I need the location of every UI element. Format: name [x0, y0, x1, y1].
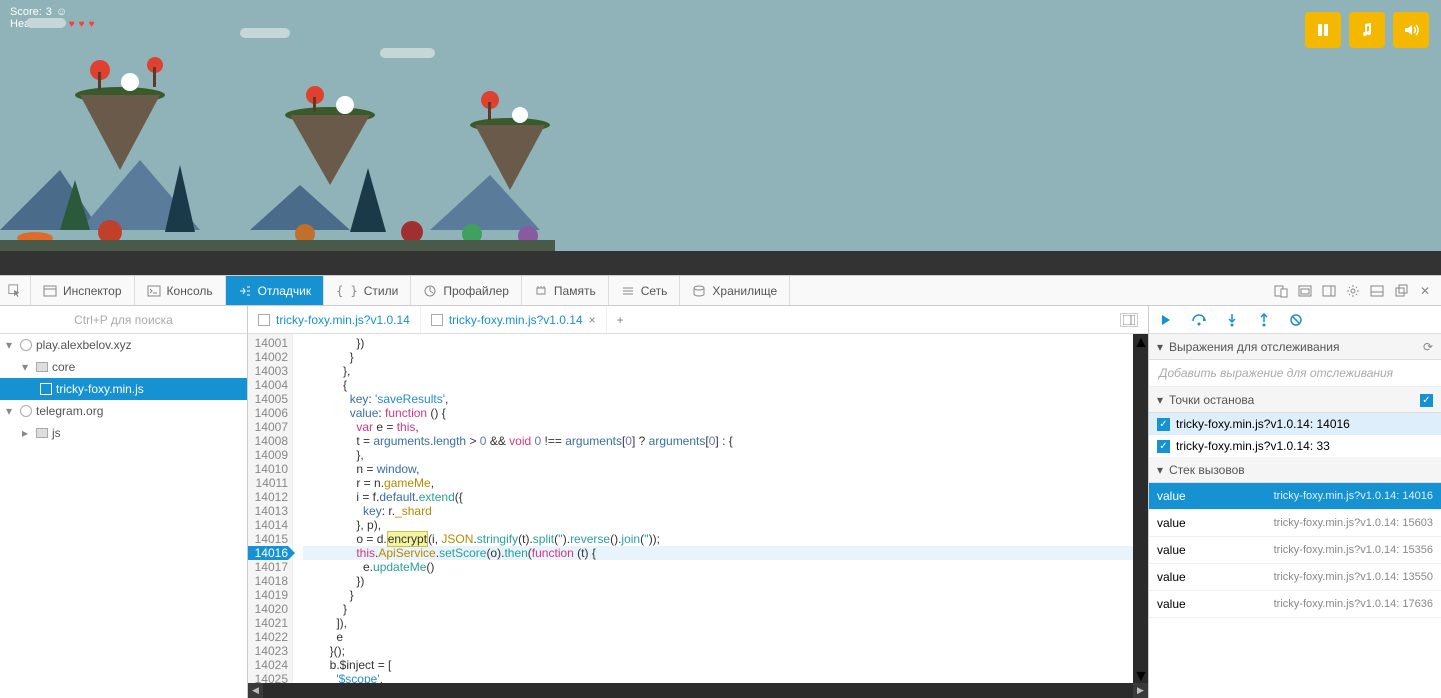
tab-debugger[interactable]: Отладчик: [226, 276, 324, 305]
code-content[interactable]: }) } }, { key: 'saveResults', value: fun…: [293, 334, 1133, 683]
dock-side-icon[interactable]: [1321, 283, 1337, 299]
music-button[interactable]: [1349, 12, 1385, 48]
pick-element-button[interactable]: [0, 276, 31, 305]
tab-storage[interactable]: Хранилище: [680, 276, 790, 305]
step-in-button[interactable]: [1225, 313, 1239, 327]
tab-inspector[interactable]: Инспектор: [31, 276, 135, 305]
line-gutter[interactable]: 1400114002140031400414005140061400714008…: [248, 334, 293, 683]
globe-icon: [20, 405, 32, 417]
code-pane: tricky-foxy.min.js?v1.0.14 tricky-foxy.m…: [248, 306, 1148, 698]
game-canvas: [0, 0, 555, 275]
settings-icon[interactable]: [1345, 283, 1361, 299]
debugger-right-pane: ▾Выражения для отслеживания⟳ Добавить вы…: [1148, 306, 1441, 698]
breakpoints-section-header[interactable]: ▾Точки останова✓: [1149, 387, 1441, 413]
sound-button[interactable]: [1393, 12, 1429, 48]
devtools-tabs: Инспектор Консоль Отладчик { }Стили Проф…: [0, 276, 1441, 306]
callstack-row[interactable]: valuetricky-foxy.min.js?v1.0.14: 14016: [1149, 483, 1441, 510]
tab-styles[interactable]: { }Стили: [324, 276, 411, 305]
callstack-row[interactable]: valuetricky-foxy.min.js?v1.0.14: 15356: [1149, 537, 1441, 564]
iframe-icon[interactable]: [1297, 283, 1313, 299]
callstack-row[interactable]: valuetricky-foxy.min.js?v1.0.14: 17636: [1149, 591, 1441, 618]
globe-icon: [20, 339, 32, 351]
breakpoint-row[interactable]: ✓tricky-foxy.min.js?v1.0.14: 33: [1149, 435, 1441, 457]
watch-section-header[interactable]: ▾Выражения для отслеживания⟳: [1149, 334, 1441, 360]
folder-icon: [36, 362, 48, 372]
tab-console[interactable]: Консоль: [135, 276, 226, 305]
dock-bottom-icon[interactable]: [1369, 283, 1385, 299]
callstack-row[interactable]: valuetricky-foxy.min.js?v1.0.14: 13550: [1149, 564, 1441, 591]
deactivate-bp-button[interactable]: [1289, 313, 1303, 327]
editor-tab[interactable]: tricky-foxy.min.js?v1.0.14×: [421, 306, 607, 333]
resume-button[interactable]: [1159, 313, 1173, 327]
ground-bottom: [0, 251, 1441, 275]
file-icon: [40, 383, 52, 395]
checkbox-icon[interactable]: ✓: [1157, 418, 1170, 431]
watch-add-input[interactable]: Добавить выражение для отслеживания: [1149, 360, 1441, 387]
close-icon[interactable]: ✕: [1417, 283, 1433, 299]
horizontal-scrollbar[interactable]: ◀▶: [248, 683, 1148, 698]
folder-icon: [36, 428, 48, 438]
source-folder[interactable]: ▾core: [0, 356, 247, 378]
devtools-panel: Инспектор Консоль Отладчик { }Стили Проф…: [0, 275, 1441, 698]
file-icon: [258, 314, 270, 326]
tab-network[interactable]: Сеть: [609, 276, 681, 305]
source-file[interactable]: tricky-foxy.min.js: [0, 378, 247, 400]
checkbox-icon[interactable]: ✓: [1420, 394, 1433, 407]
breakpoint-row[interactable]: ✓tricky-foxy.min.js?v1.0.14: 14016: [1149, 413, 1441, 435]
step-over-button[interactable]: [1191, 313, 1207, 327]
step-out-button[interactable]: [1257, 313, 1271, 327]
refresh-icon[interactable]: ⟳: [1423, 340, 1433, 354]
new-tab-button[interactable]: +: [607, 313, 634, 327]
checkbox-icon[interactable]: ✓: [1157, 440, 1170, 453]
callstack-row[interactable]: valuetricky-foxy.min.js?v1.0.14: 15603: [1149, 510, 1441, 537]
outline-toggle-icon[interactable]: [1120, 313, 1138, 327]
file-icon: [431, 314, 443, 326]
detach-icon[interactable]: [1393, 283, 1409, 299]
source-host[interactable]: ▾play.alexbelov.xyz: [0, 334, 247, 356]
responsive-icon[interactable]: [1273, 283, 1289, 299]
editor-tab[interactable]: tricky-foxy.min.js?v1.0.14: [248, 306, 421, 333]
pause-button[interactable]: [1305, 12, 1341, 48]
tab-memory[interactable]: Память: [522, 276, 609, 305]
debug-controls: [1149, 306, 1441, 334]
tab-profiler[interactable]: Профайлер: [411, 276, 522, 305]
sources-search[interactable]: Ctrl+P для поиска: [0, 306, 247, 334]
source-host[interactable]: ▾telegram.org: [0, 400, 247, 422]
source-folder[interactable]: ▸js: [0, 422, 247, 444]
sources-panel: Ctrl+P для поиска ▾play.alexbelov.xyz ▾c…: [0, 306, 248, 698]
game-viewport: Score: 3☺ Health: ♥ ♥ ♥ ♥ ♥: [0, 0, 1441, 275]
callstack-section-header[interactable]: ▾Стек вызовов: [1149, 457, 1441, 483]
close-tab-icon[interactable]: ×: [589, 313, 596, 327]
vertical-scrollbar[interactable]: ▲ ▼: [1133, 334, 1148, 683]
